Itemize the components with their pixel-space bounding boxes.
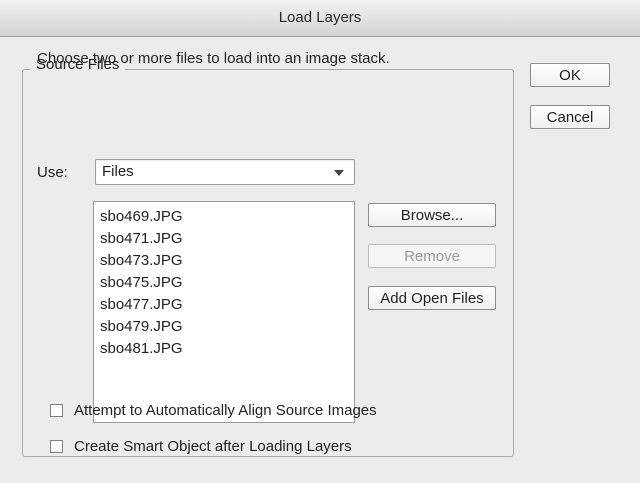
remove-button[interactable]: Remove [368,244,496,268]
align-checkbox[interactable] [50,404,63,417]
cancel-button[interactable]: Cancel [530,105,610,129]
window-title: Load Layers [278,9,362,26]
list-item[interactable]: sbo479.JPG [100,318,183,340]
dialog-body: Source Files Choose two or more files to… [0,37,640,483]
list-item[interactable]: sbo469.JPG [100,208,183,230]
align-checkbox-label: Attempt to Automatically Align Source Im… [74,402,377,419]
browse-button[interactable]: Browse... [368,203,496,227]
title-bar: Load Layers [0,0,640,37]
chevron-down-icon [334,170,344,176]
list-item[interactable]: sbo475.JPG [100,274,183,296]
file-list[interactable]: sbo469.JPG sbo471.JPG sbo473.JPG sbo475.… [93,201,355,423]
list-item[interactable]: sbo477.JPG [100,296,183,318]
use-label: Use: [37,164,68,181]
list-item[interactable]: sbo471.JPG [100,230,183,252]
source-files-description: Choose two or more files to load into an… [37,50,390,67]
list-item[interactable]: sbo473.JPG [100,252,183,274]
smart-object-checkbox[interactable] [50,440,63,453]
list-item[interactable]: sbo481.JPG [100,340,183,362]
add-open-files-button[interactable]: Add Open Files [368,286,496,310]
smart-object-checkbox-label: Create Smart Object after Loading Layers [74,438,352,455]
ok-button[interactable]: OK [530,63,610,87]
use-select[interactable]: Files [95,159,355,185]
use-select-value: Files [102,163,134,180]
